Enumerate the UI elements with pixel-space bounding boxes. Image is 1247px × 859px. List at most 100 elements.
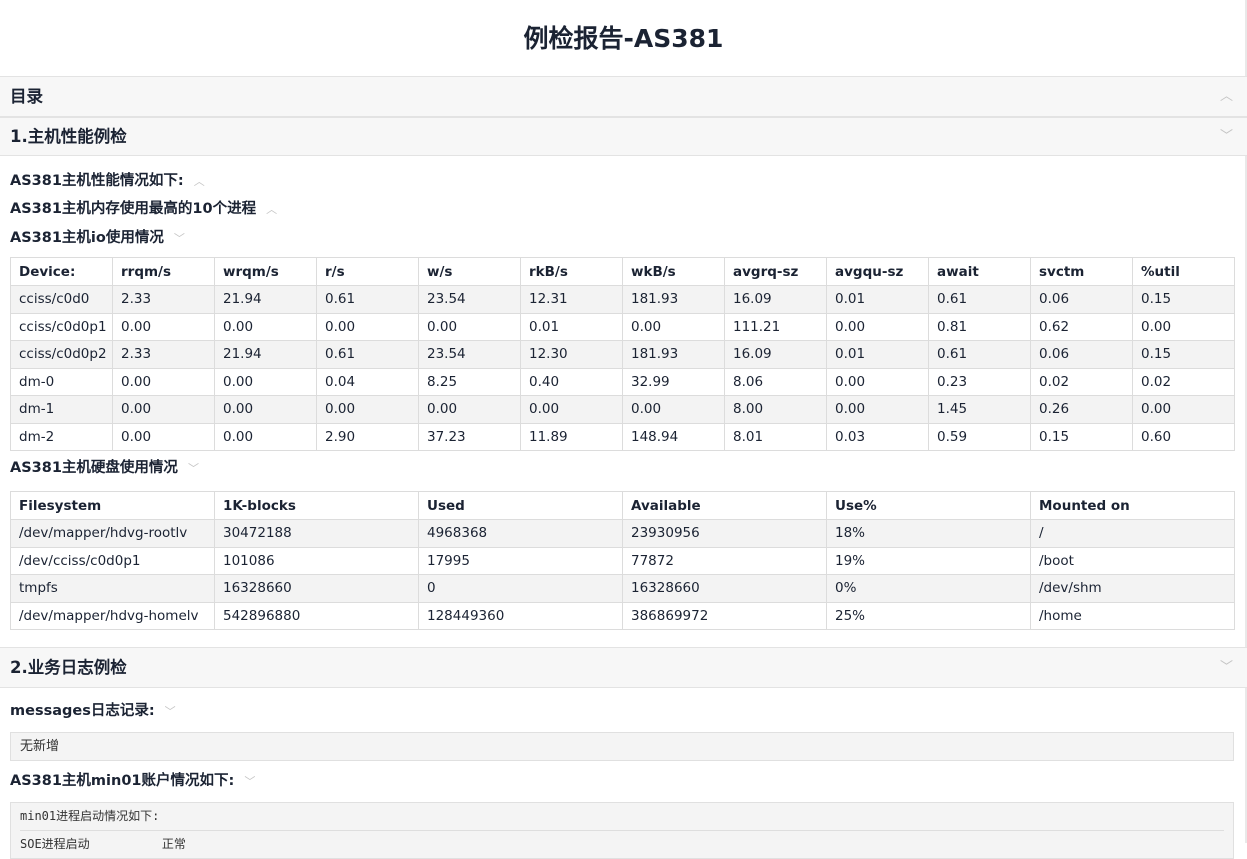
table-cell: 0.00 (418, 395, 521, 424)
chevron-up-icon[interactable]: ︿ (194, 175, 205, 188)
table-cell: 0.00 (214, 395, 317, 424)
chevron-up-icon[interactable]: ︿ (1220, 77, 1233, 117)
table-cell: 2.90 (316, 422, 419, 451)
toc-label: 目录 (10, 87, 43, 106)
table-cell: 0.00 (214, 367, 317, 396)
table-cell: 8.25 (418, 367, 521, 396)
table-cell: 0.61 (928, 340, 1031, 369)
table-cell: 101086 (214, 546, 419, 575)
table-cell: 0.61 (316, 340, 419, 369)
messages-log-content: 无新增 (10, 732, 1234, 761)
subheading-label: AS381主机内存使用最高的10个进程 (10, 201, 257, 217)
table-cell: 2.33 (112, 340, 215, 369)
table-cell: 23930956 (622, 519, 827, 548)
table-cell: 0.01 (826, 285, 929, 314)
table-cell: 0.61 (928, 285, 1031, 314)
section-header-business-logs[interactable]: 2.业务日志例检 ﹀ (0, 647, 1247, 688)
table-cell: 542896880 (214, 601, 419, 630)
subheading-label: AS381主机min01账户情况如下: (10, 773, 235, 789)
table-cell: 0.59 (928, 422, 1031, 451)
table-cell: 0.04 (316, 367, 419, 396)
subheading-top-memory-processes[interactable]: AS381主机内存使用最高的10个进程 ︿ (0, 198, 1247, 226)
chevron-down-icon[interactable]: ﹀ (244, 775, 255, 788)
table-cell: /dev/mapper/hdvg-rootlv (10, 519, 215, 548)
chevron-down-icon[interactable]: ﹀ (1220, 648, 1233, 688)
table-cell: 0.01 (520, 312, 623, 341)
table-cell: /dev/shm (1030, 574, 1235, 603)
chevron-down-icon[interactable]: ﹀ (165, 705, 176, 718)
table-cell: 0.00 (1132, 312, 1235, 341)
chevron-down-icon[interactable]: ﹀ (1220, 118, 1233, 156)
table-cell: /dev/cciss/c0d0p1 (10, 546, 215, 575)
table-cell: 0.23 (928, 367, 1031, 396)
table-cell: 0.03 (826, 422, 929, 451)
table-cell: dm-1 (10, 395, 113, 424)
chevron-down-icon[interactable]: ﹀ (188, 462, 199, 475)
table-cell: 0.00 (622, 395, 725, 424)
table-cell: 0.00 (520, 395, 623, 424)
table-cell: 181.93 (622, 285, 725, 314)
table-cell: 0.00 (316, 395, 419, 424)
table-row: /dev/mapper/hdvg-rootlv 30472188 4968368 23… (10, 519, 1235, 548)
table-cell: 386869972 (622, 601, 827, 630)
table-cell: 0.15 (1132, 285, 1235, 314)
table-cell: 0.00 (112, 395, 215, 424)
section-header-performance[interactable]: 1.主机性能例检 ﹀ (0, 117, 1247, 156)
column-header: wrqm/s (214, 257, 317, 286)
table-cell: 16328660 (214, 574, 419, 603)
table-cell: cciss/c0d0 (10, 285, 113, 314)
table-cell: 0.02 (1132, 367, 1235, 396)
table-cell: 8.01 (724, 422, 827, 451)
table-cell: 37.23 (418, 422, 521, 451)
column-header: Mounted on (1030, 491, 1235, 520)
table-cell: 0.00 (112, 312, 215, 341)
column-header: Use% (826, 491, 1031, 520)
table-cell: tmpfs (10, 574, 215, 603)
disk-usage-table: Filesystem 1K-blocks Used Available Use%… (10, 491, 1235, 630)
table-row: dm-0 0.00 0.00 0.04 8.25 0.40 32.99 8.06 0.00 0.2… (10, 367, 1235, 396)
table-cell: 0.00 (622, 312, 725, 341)
table-cell: 21.94 (214, 340, 317, 369)
subheading-label: AS381主机io使用情况 (10, 230, 164, 246)
column-header: rrqm/s (112, 257, 215, 286)
table-cell: 0.00 (1132, 395, 1235, 424)
table-cell: 0.00 (826, 395, 929, 424)
table-cell: 0.00 (112, 367, 215, 396)
table-cell: 16.09 (724, 340, 827, 369)
table-cell: 0.40 (520, 367, 623, 396)
table-cell: 0 (418, 574, 623, 603)
table-cell: / (1030, 519, 1235, 548)
subheading-io-usage[interactable]: AS381主机io使用情况 ﹀ (0, 226, 1247, 254)
section-title: 2.业务日志例检 (10, 658, 127, 677)
table-cell: 0.06 (1030, 340, 1133, 369)
subheading-host-performance[interactable]: AS381主机性能情况如下: ︿ (0, 170, 1247, 198)
chevron-up-icon[interactable]: ︿ (266, 203, 277, 216)
toc-header[interactable]: 目录 ︿ (0, 76, 1247, 117)
table-cell: 19% (826, 546, 1031, 575)
table-row: dm-2 0.00 0.00 2.90 37.23 11.89 148.94 8.01 0.03… (10, 422, 1235, 451)
chevron-down-icon[interactable]: ﹀ (174, 232, 185, 245)
subheading-min01-account[interactable]: AS381主机min01账户情况如下: ﹀ (0, 765, 1247, 802)
subheading-messages-log[interactable]: messages日志记录: ﹀ (0, 698, 1247, 732)
table-cell: 0.00 (316, 312, 419, 341)
min01-account-content: min01进程启动情况如下: SOE进程启动 正常 (10, 802, 1234, 859)
table-cell: 30472188 (214, 519, 419, 548)
column-header: r/s (316, 257, 419, 286)
column-header: svctm (1030, 257, 1133, 286)
table-cell: 4968368 (418, 519, 623, 548)
table-cell: 18% (826, 519, 1031, 548)
subheading-disk-usage[interactable]: AS381主机硬盘使用情况 ﹀ (0, 458, 1247, 485)
log-line: SOE进程启动 正常 (20, 830, 1224, 858)
table-cell: 8.06 (724, 367, 827, 396)
table-cell: 128449360 (418, 601, 623, 630)
table-cell: /home (1030, 601, 1235, 630)
table-header-row: Device: rrqm/s wrqm/s r/s w/s rkB/s wkB/… (10, 257, 1235, 286)
table-cell: 25% (826, 601, 1031, 630)
subheading-label: messages日志记录: (10, 703, 155, 719)
log-line: min01进程启动情况如下: (20, 809, 160, 823)
table-cell: 0% (826, 574, 1031, 603)
column-header: await (928, 257, 1031, 286)
column-header: 1K-blocks (214, 491, 419, 520)
table-row: tmpfs 16328660 0 16328660 0%/dev/shm (10, 574, 1235, 603)
table-row: dm-1 0.00 0.00 0.00 0.00 0.00 0.00 8.00 0.00 1.45… (10, 395, 1235, 424)
